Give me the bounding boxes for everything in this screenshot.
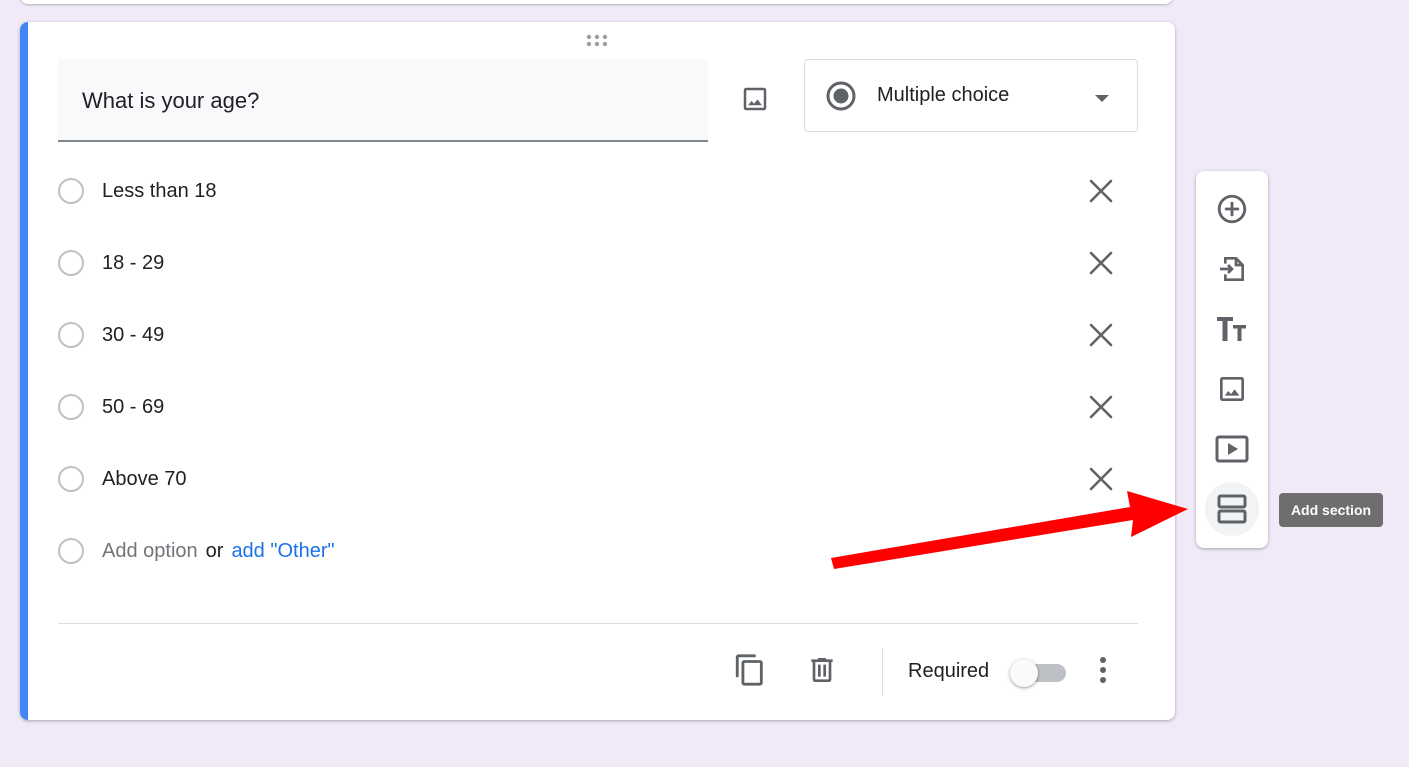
option-radio [58, 178, 84, 204]
option-row[interactable]: Less than 18 [58, 168, 1138, 218]
option-row[interactable]: Above 70 [58, 456, 1138, 506]
option-label[interactable]: 50 - 69 [102, 384, 164, 430]
card-accent-bar [20, 22, 28, 720]
option-radio [58, 466, 84, 492]
drag-handle-icon[interactable] [586, 34, 612, 48]
toggle-thumb [1010, 659, 1038, 687]
question-card[interactable]: What is your age? Multiple choice Less t… [20, 22, 1175, 720]
close-icon[interactable] [1088, 466, 1114, 492]
import-questions-icon[interactable] [1205, 242, 1259, 296]
add-option-text: Add option or add "Other" [102, 528, 335, 574]
option-label[interactable]: Less than 18 [102, 168, 217, 214]
video-icon[interactable] [1205, 422, 1259, 476]
chevron-down-icon [1093, 91, 1111, 109]
add-question-icon[interactable] [1205, 182, 1259, 236]
previous-card [20, 0, 1173, 4]
footer-separator [882, 648, 883, 696]
question-type-dropdown[interactable]: Multiple choice [804, 59, 1138, 132]
option-label[interactable]: Above 70 [102, 456, 187, 502]
floating-toolbar [1196, 171, 1268, 548]
question-title-input[interactable]: What is your age? [58, 59, 708, 142]
add-image-icon[interactable] [734, 78, 776, 120]
image-icon[interactable] [1205, 362, 1259, 416]
or-text: or [205, 540, 224, 562]
title-text-icon[interactable] [1205, 302, 1259, 356]
required-toggle[interactable] [1010, 659, 1066, 687]
close-icon[interactable] [1088, 250, 1114, 276]
question-type-label: Multiple choice [877, 84, 1010, 106]
close-icon[interactable] [1088, 394, 1114, 420]
option-radio [58, 538, 84, 564]
footer-divider [58, 623, 1138, 624]
add-other-link[interactable]: add "Other" [231, 540, 334, 562]
more-vert-icon[interactable] [1088, 652, 1118, 688]
add-option-row: Add option or add "Other" [58, 528, 1138, 578]
radio-button-icon [825, 80, 857, 117]
option-radio [58, 250, 84, 276]
option-label[interactable]: 18 - 29 [102, 240, 164, 286]
option-row[interactable]: 18 - 29 [58, 240, 1138, 290]
add-section-icon[interactable] [1205, 482, 1259, 536]
option-label[interactable]: 30 - 49 [102, 312, 164, 358]
duplicate-icon[interactable] [732, 652, 768, 688]
add-option-input[interactable]: Add option [102, 540, 198, 562]
close-icon[interactable] [1088, 322, 1114, 348]
close-icon[interactable] [1088, 178, 1114, 204]
option-row[interactable]: 30 - 49 [58, 312, 1138, 362]
add-section-tooltip: Add section [1279, 493, 1383, 527]
required-label: Required [908, 660, 990, 682]
option-radio [58, 322, 84, 348]
option-row[interactable]: 50 - 69 [58, 384, 1138, 434]
trash-icon[interactable] [804, 652, 840, 688]
option-radio [58, 394, 84, 420]
